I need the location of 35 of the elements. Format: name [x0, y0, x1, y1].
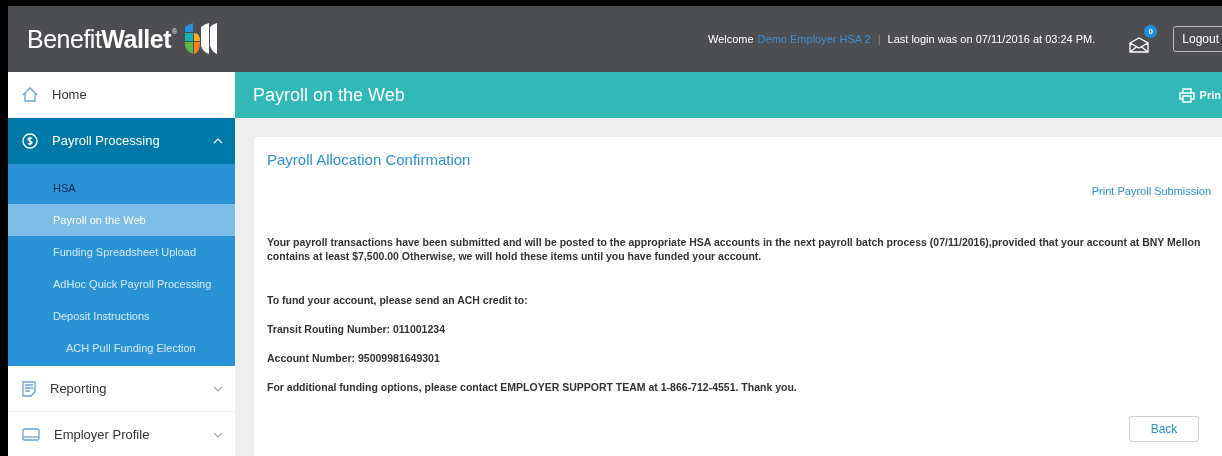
dollar-icon — [22, 132, 38, 149]
submenu-item[interactable]: Funding Spreadsheet Upload — [8, 236, 235, 268]
instruction-text: Account Number: 95009981649301 — [267, 351, 441, 365]
instruction-text: For additional funding options, please contact EMPLOYER SUPPORT TEAM at 1-866-712-4551. Thank you. — [267, 380, 798, 394]
logo-text: BenefitWallet — [27, 24, 172, 54]
chevron-down-icon[interactable] — [213, 431, 223, 438]
logout-button[interactable]: Logout — [1173, 26, 1222, 52]
monitor-icon — [22, 427, 40, 442]
submenu-item[interactable]: Payroll on the Web — [8, 204, 235, 236]
submenu-item[interactable]: AdHoc Quick Payroll Processing — [8, 268, 235, 300]
back-button[interactable]: Back — [1129, 416, 1199, 442]
logo-icon — [183, 22, 218, 56]
chevron-down-icon[interactable] — [213, 385, 223, 392]
submenu-item[interactable]: Deposit Instructions — [8, 300, 235, 332]
message-count-badge: 0 — [1144, 25, 1158, 38]
home-icon — [22, 87, 38, 102]
document-icon — [22, 380, 36, 397]
envelope-icon — [1129, 37, 1150, 53]
submenu-item[interactable]: HSA — [8, 172, 235, 204]
print-submission-link[interactable]: Print Payroll Submission — [1091, 185, 1211, 197]
user-link[interactable]: Demo Employer HSA 2 — [757, 33, 871, 45]
card-title: Payroll Allocation Confirmation — [267, 151, 472, 168]
submenu-item[interactable]: ACH Pull Funding Election — [8, 332, 235, 364]
instruction-text: To fund your account, please send an ACH credit to: — [267, 293, 529, 307]
separator-text: | — [877, 33, 881, 45]
sidebar-item[interactable]: Payroll Processing — [8, 118, 235, 164]
chevron-up-icon[interactable] — [213, 137, 223, 144]
page-title: Payroll on the Web — [253, 84, 406, 106]
last-login-text: Last login was on 07/11/2016 at 03:24 PM. — [887, 33, 1096, 45]
instruction-text: Your payroll transactions have been submitted and will be posted to the appropriate HSA accounts in the next payroll batch process (07/11/2016),provided that your account at BNY Mellon contains at least $7,500.00 Otherwise, we will hold these items until you have funded your account. — [267, 235, 1202, 263]
instruction-text: Transit Routing Number: 011001234 — [267, 322, 446, 336]
print-button[interactable]: Prin — [1178, 87, 1221, 103]
messages-button[interactable]: 0 — [1129, 25, 1158, 53]
welcome-text: Welcome — [707, 33, 754, 45]
printer-icon — [1178, 87, 1195, 103]
